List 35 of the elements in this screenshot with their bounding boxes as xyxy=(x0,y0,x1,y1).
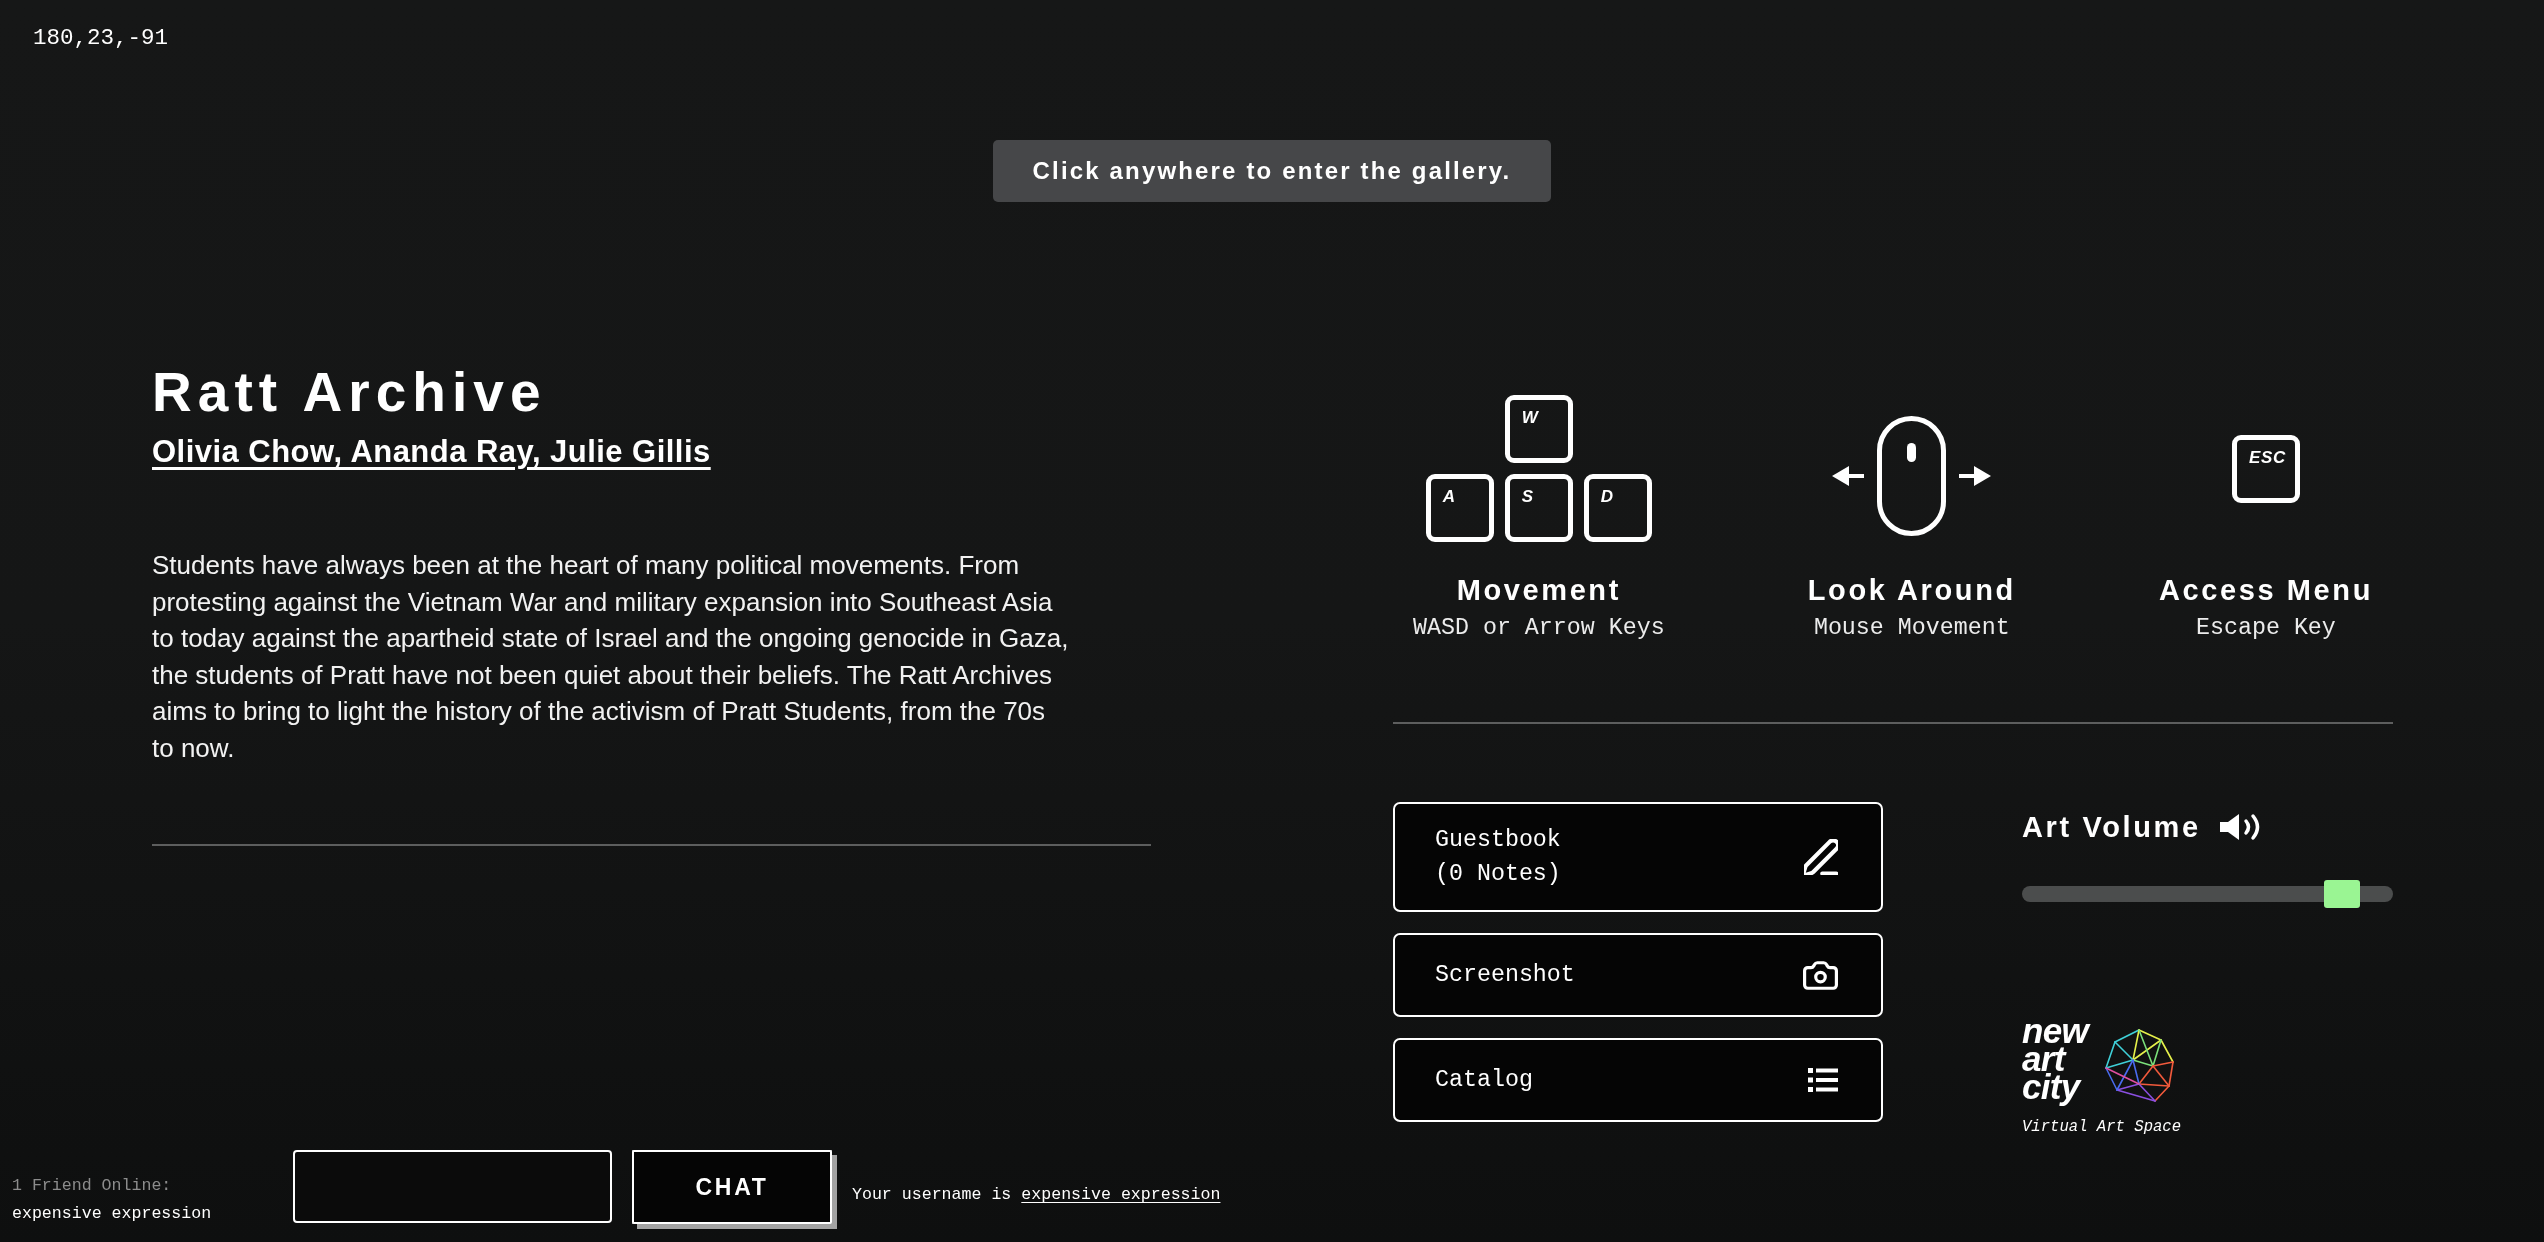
keyboard-key: D xyxy=(1583,474,1652,542)
control-title: Access Menu xyxy=(2158,572,2373,608)
logo-wordmark: new art city xyxy=(2022,1011,2093,1110)
exhibit-description: Students have always been at the heart of many political movements. From protesting against the Vietnam War and military expansion into Southeast Asia to today against the apartheid state of Israel and the ongoing genocide in Gaza, the students of Pratt have not been quiet about their beliefs. The Ratt Archives aims to bring to light the history of the activism of Pratt Students, from the 70s to now. xyxy=(152,549,1070,765)
friend-name: expensive expression xyxy=(12,1203,212,1225)
list-icon xyxy=(1808,1068,1838,1092)
friends-online-heading: 1 Friend Online: xyxy=(12,1175,172,1197)
catalog-button[interactable]: Catalog xyxy=(1393,1038,1883,1122)
control-hint: Mouse Movement xyxy=(1813,614,2010,642)
authors-link[interactable]: Olivia Chow, Ananda Ray, Julie Gillis xyxy=(152,433,711,470)
volume-slider[interactable] xyxy=(2022,880,2393,908)
control-hint: WASD or Arrow Keys xyxy=(1413,614,1665,642)
keyboard-key: A xyxy=(1425,474,1494,542)
control-title: Movement xyxy=(1456,572,1621,608)
logo-tagline: Virtual Art Space xyxy=(2022,1117,2182,1137)
screenshot-button[interactable]: Screenshot xyxy=(1393,933,1883,1017)
control-title: Look Around xyxy=(1807,572,2016,608)
keyboard-key: W xyxy=(1504,395,1573,463)
username-notice: Your username is expensive expression xyxy=(852,1184,1221,1206)
keyboard-key: S xyxy=(1504,474,1573,542)
enter-gallery-notice: Click anywhere to enter the gallery. xyxy=(992,140,1552,202)
mouse-with-arrows-icon xyxy=(1832,415,1992,536)
username-link[interactable]: expensive expression xyxy=(1021,1185,1221,1204)
wireframe-polyhedron-icon xyxy=(2103,1028,2175,1103)
pen-icon xyxy=(1804,839,1838,875)
chat-input[interactable] xyxy=(293,1150,612,1223)
guestbook-button[interactable]: Guestbook (0 Notes) xyxy=(1393,802,1883,912)
control-hint: Escape Key xyxy=(2196,614,2336,642)
coordinates-readout: 180,23,-91 xyxy=(33,24,169,52)
keyboard-key: ESC xyxy=(2231,434,2300,503)
chat-button[interactable]: CHAT xyxy=(632,1150,837,1229)
exhibit-title: Ratt Archive xyxy=(152,365,547,420)
slider-thumb[interactable] xyxy=(2323,880,2360,908)
camera-icon xyxy=(1803,960,1838,990)
volume-label: Art Volume xyxy=(2022,809,2201,845)
